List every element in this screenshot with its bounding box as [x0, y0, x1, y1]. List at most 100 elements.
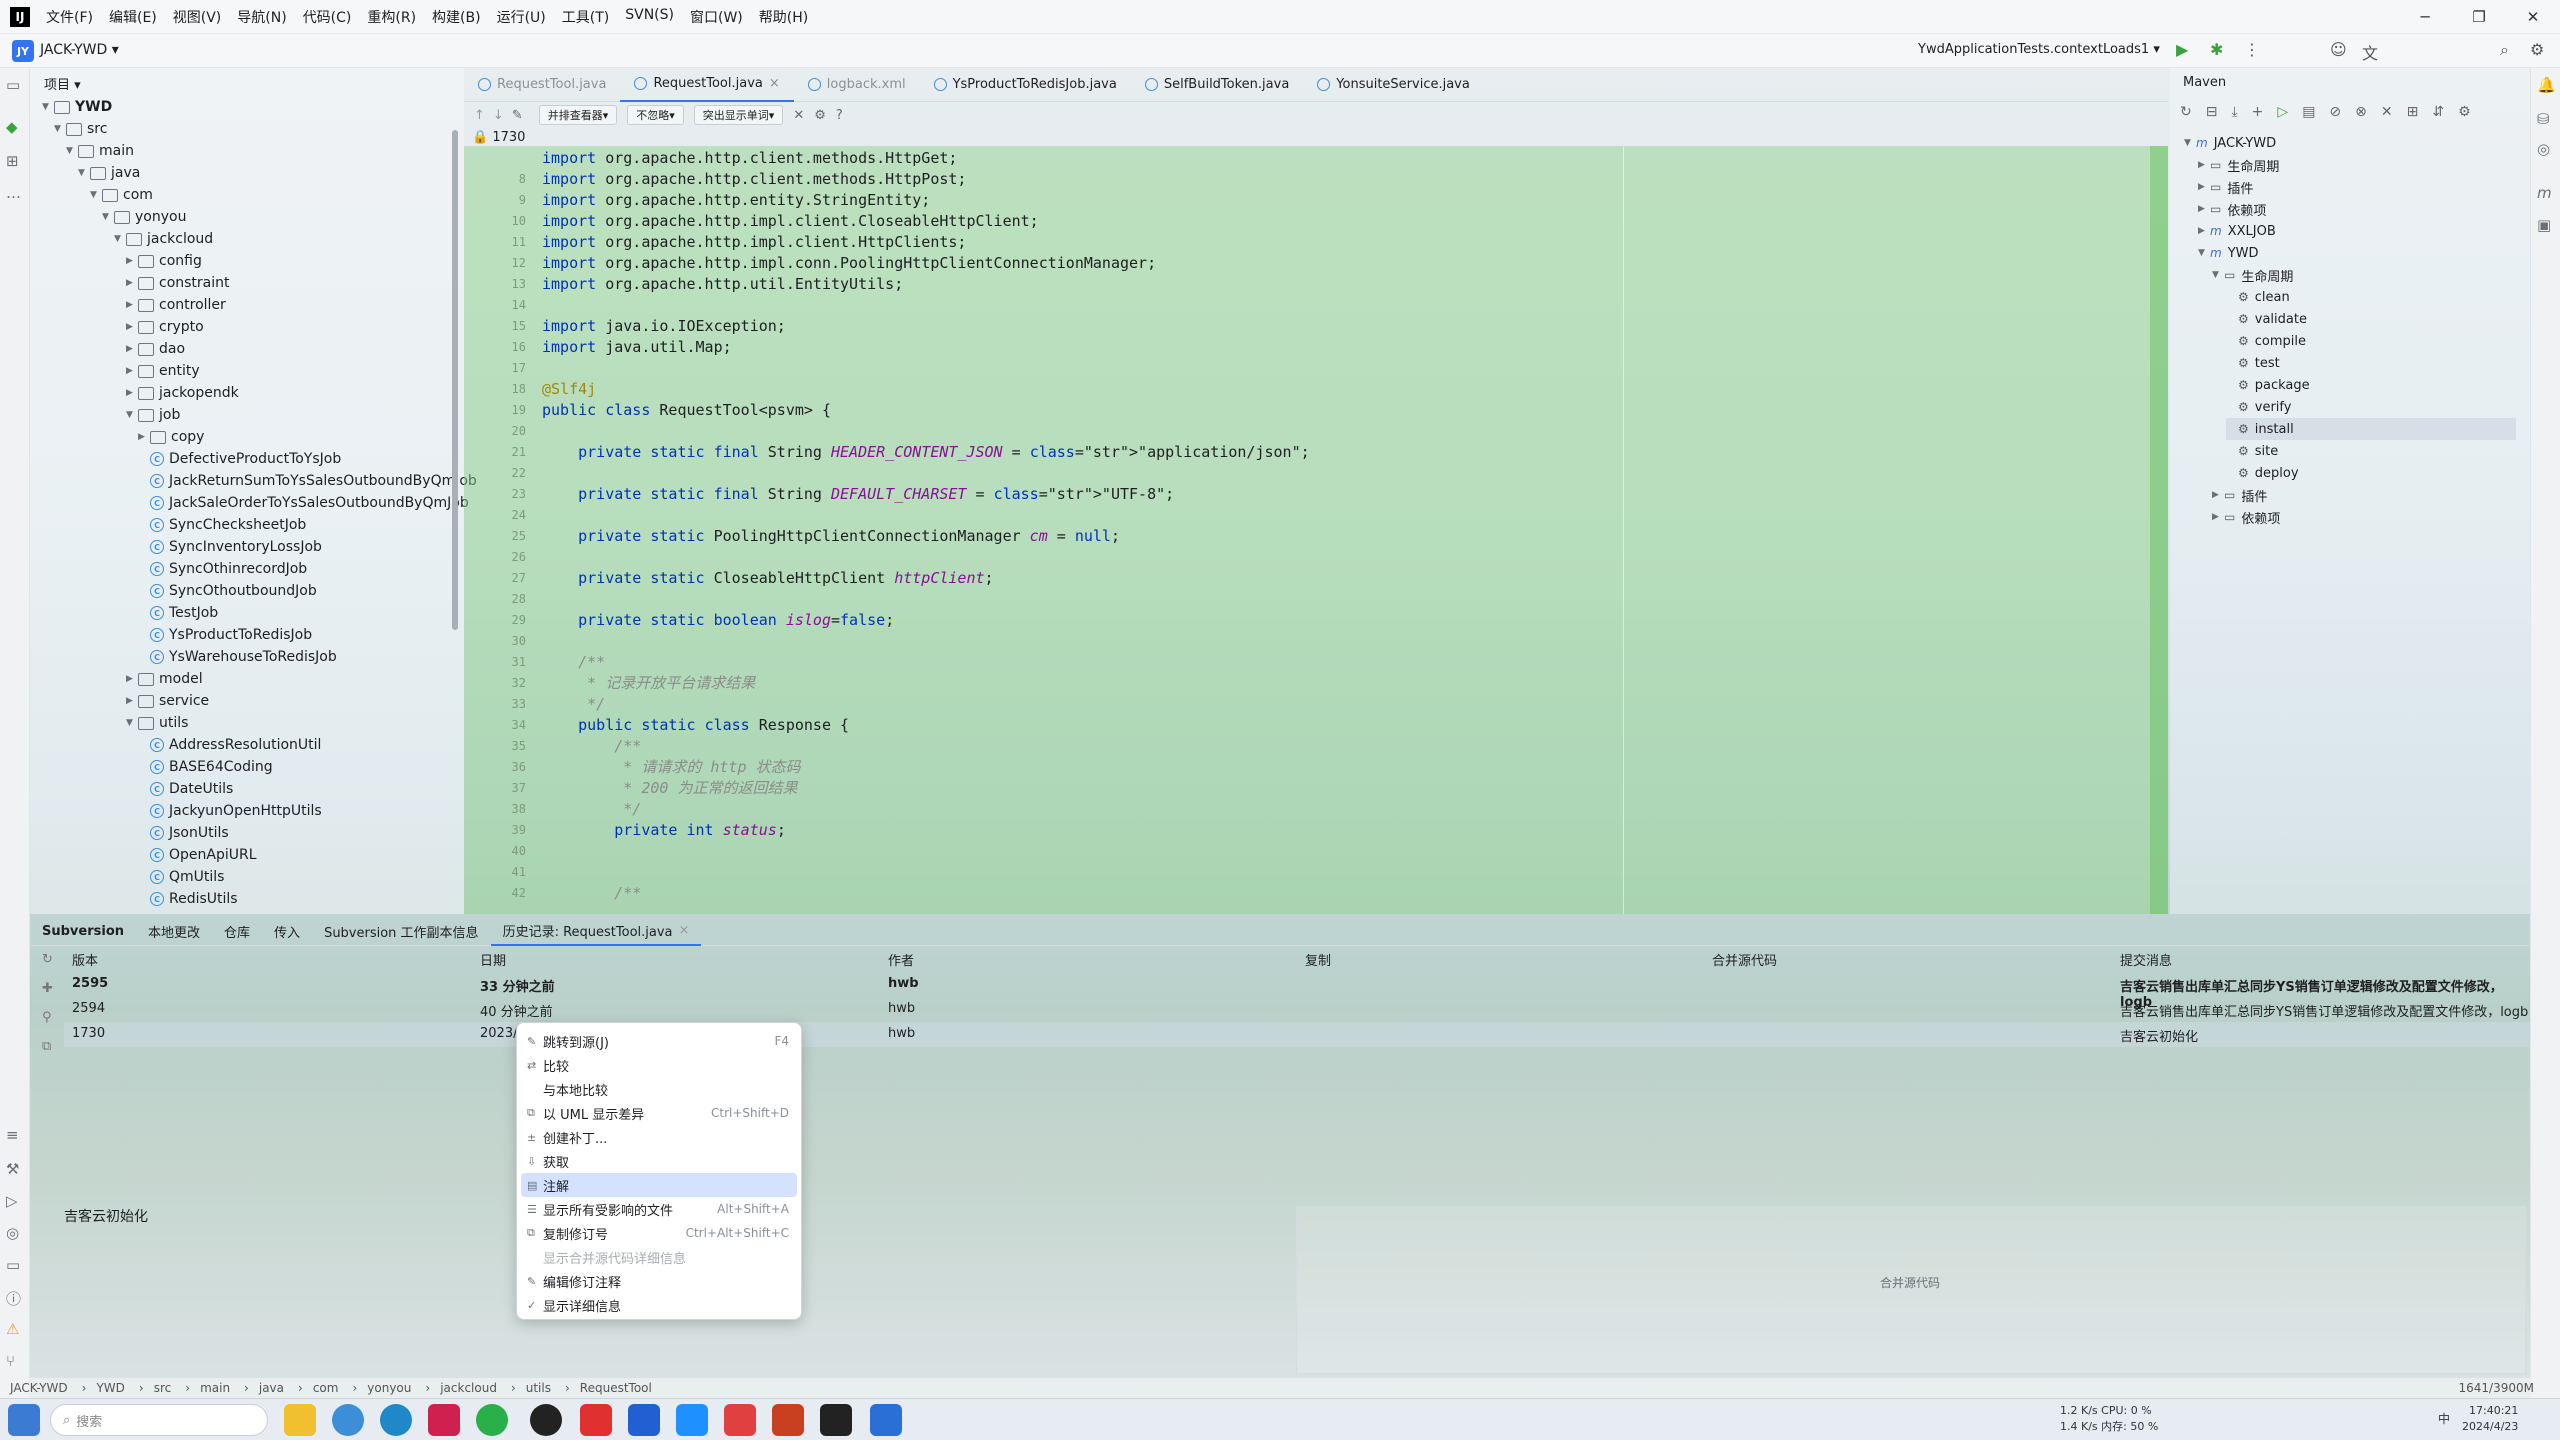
tree-folder-item[interactable]: ▼ main: [66, 140, 134, 162]
tree-class-item[interactable]: C SyncInventoryLossJob: [138, 536, 322, 558]
history-row[interactable]: 2595 33 分钟之前 hwb 吉客云销售出库单汇总同步YS销售订单逻辑修改及配置文…: [64, 972, 2530, 1010]
history-column-header[interactable]: 版本: [72, 950, 98, 969]
chevron-down-icon[interactable]: ▼: [42, 102, 54, 112]
ai-icon[interactable]: ◎: [2537, 140, 2550, 158]
tree-class-item[interactable]: C QmUtils: [138, 866, 224, 888]
tree-class-item[interactable]: C JackyunOpenHttpUtils: [138, 800, 322, 822]
collapse-all-icon[interactable]: ✕: [2381, 104, 2393, 120]
chevron-right-icon[interactable]: ▶: [126, 256, 138, 266]
tree-folder-item[interactable]: ▼ YWD: [42, 96, 112, 118]
tree-folder-item[interactable]: ▶ config: [126, 250, 202, 272]
diff-option-dropdown[interactable]: 不忽略 ▾: [627, 105, 684, 125]
breadcrumb-item[interactable]: jackcloud: [440, 1381, 497, 1395]
build-icon[interactable]: ⚒: [6, 1160, 19, 1178]
chevron-right-icon[interactable]: ▶: [2198, 160, 2210, 170]
file-explorer-icon[interactable]: [284, 1404, 316, 1436]
chevron-down-icon[interactable]: ▼: [66, 146, 78, 156]
database-icon[interactable]: ⛁: [2537, 110, 2550, 128]
restore-icon[interactable]: ❐: [2452, 0, 2506, 34]
diff-option-dropdown[interactable]: 突出显示单词 ▾: [693, 105, 784, 125]
maven-tree-item[interactable]: ▶ m XXLJOB: [2198, 220, 2276, 242]
chevron-down-icon[interactable]: ▼: [2184, 138, 2196, 148]
generate-icon[interactable]: ⊟: [2206, 104, 2218, 120]
taskbar-search[interactable]: ⌕ 搜索: [50, 1404, 268, 1436]
chevron-right-icon[interactable]: ▶: [138, 432, 150, 442]
breadcrumb-item[interactable]: yonyou: [367, 1381, 411, 1395]
chevron-right-icon[interactable]: ▶: [126, 344, 138, 354]
qq-icon[interactable]: [530, 1404, 562, 1436]
memory-indicator[interactable]: 1641/3900M: [2459, 1381, 2548, 1395]
chevron-down-icon[interactable]: ▼: [2198, 248, 2210, 258]
tree-folder-item[interactable]: ▼ com: [90, 184, 153, 206]
chevron-down-icon[interactable]: ▼: [114, 234, 126, 244]
tree-class-item[interactable]: C YsProductToRedisJob: [138, 624, 312, 646]
run-icon[interactable]: ▶: [2176, 40, 2188, 59]
chevron-right-icon[interactable]: ▶: [2212, 490, 2224, 500]
editor-tab[interactable]: YsProductToRedisJob.java: [920, 68, 1131, 102]
breadcrumb-item[interactable]: src: [154, 1381, 172, 1395]
menu-item[interactable]: 构建(B): [424, 7, 489, 27]
show-deps-icon[interactable]: ⊞: [2407, 104, 2419, 120]
chevron-right-icon[interactable]: ▶: [126, 674, 138, 684]
tree-folder-item[interactable]: ▼ src: [54, 118, 107, 140]
tree-folder-item[interactable]: ▼ job: [126, 404, 180, 426]
more-tools-icon[interactable]: …: [6, 184, 21, 202]
intellij-logo-icon[interactable]: IJ: [10, 6, 30, 27]
tree-class-item[interactable]: C SyncOthoutboundJob: [138, 580, 317, 602]
bookmarks-icon[interactable]: ≡: [6, 1126, 19, 1144]
wps-icon[interactable]: [724, 1404, 756, 1436]
structure-icon[interactable]: ⊞: [6, 152, 19, 170]
tree-folder-item[interactable]: ▶ entity: [126, 360, 200, 382]
chevron-down-icon[interactable]: ▼: [2212, 270, 2224, 280]
context-menu-item[interactable]: ✎ 编辑修订注释: [521, 1269, 797, 1293]
expand-icon[interactable]: ⇵: [2432, 104, 2444, 120]
more-icon[interactable]: ⋮: [2244, 40, 2260, 59]
breadcrumb-item[interactable]: YWD: [96, 1381, 124, 1395]
maven-tree-item[interactable]: ⚙ test: [2226, 352, 2280, 374]
svn-tab[interactable]: Subversion: [30, 918, 136, 946]
svn-tab[interactable]: 仓库: [212, 918, 262, 946]
breadcrumb-item[interactable]: RequestTool: [580, 1381, 652, 1395]
svn-tab[interactable]: 本地更改: [136, 918, 212, 946]
project-selector[interactable]: JACK-YWD ▾: [40, 42, 119, 58]
context-menu-item[interactable]: ✎ 跳转到源(J) F4: [521, 1029, 797, 1053]
tree-class-item[interactable]: C YsWarehouseToRedisJob: [138, 646, 337, 668]
tree-class-item[interactable]: C SyncChecksheetJob: [138, 514, 306, 536]
terminal-icon[interactable]: ▭: [6, 1256, 20, 1274]
tree-class-item[interactable]: C JackSaleOrderToYsSalesOutboundByQmJob: [138, 492, 469, 514]
add-icon[interactable]: +: [2252, 104, 2264, 120]
minimize-icon[interactable]: ─: [2398, 0, 2452, 34]
tree-folder-item[interactable]: ▼ yonyou: [102, 206, 186, 228]
maven-tree-item[interactable]: ▶ ▭ 插件: [2212, 484, 2267, 506]
tree-folder-item[interactable]: ▶ constraint: [126, 272, 230, 294]
tree-folder-item[interactable]: ▶ model: [126, 668, 203, 690]
tree-folder-item[interactable]: ▶ crypto: [126, 316, 204, 338]
menu-item[interactable]: 代码(C): [295, 7, 360, 27]
history-column-header[interactable]: 合并源代码: [1712, 950, 1777, 969]
lifecycle-icon[interactable]: ▤: [2302, 104, 2315, 120]
refresh-icon[interactable]: ↻: [42, 952, 53, 967]
maven-tree-item[interactable]: ⚙ site: [2226, 440, 2278, 462]
chevron-down-icon[interactable]: ▼: [78, 168, 90, 178]
history-column-header[interactable]: 日期: [480, 950, 506, 969]
tree-class-item[interactable]: C OpenApiURL: [138, 844, 257, 866]
run-config-selector[interactable]: YwdApplicationTests.contextLoads1 ▾: [1918, 42, 2160, 57]
run-maven-icon[interactable]: ▷: [2277, 104, 2288, 120]
breadcrumb-item[interactable]: com: [313, 1381, 339, 1395]
chevron-right-icon[interactable]: ▶: [2198, 226, 2210, 236]
history-column-header[interactable]: 复制: [1305, 950, 1331, 969]
tree-folder-item[interactable]: ▶ jackopendk: [126, 382, 239, 404]
editor-tab[interactable]: SelfBuildToken.java: [1131, 68, 1303, 102]
chevron-down-icon[interactable]: ▼: [126, 718, 138, 728]
wechat-icon[interactable]: [476, 1404, 508, 1436]
breadcrumb-item[interactable]: main: [200, 1381, 230, 1395]
context-menu-item[interactable]: 与本地比较: [521, 1077, 797, 1101]
maven-tree-item[interactable]: ⚙ compile: [2226, 330, 2306, 352]
translate-icon[interactable]: 文: [2362, 40, 2378, 64]
chevron-right-icon[interactable]: ▶: [2212, 512, 2224, 522]
tree-folder-item[interactable]: ▼ jackcloud: [114, 228, 213, 250]
pin-icon[interactable]: ✚: [42, 981, 53, 996]
tree-class-item[interactable]: C JackReturnSumToYsSalesOutboundByQmJob: [138, 470, 477, 492]
svn-tab[interactable]: 传入: [262, 918, 312, 946]
chevron-right-icon[interactable]: ▶: [126, 300, 138, 310]
